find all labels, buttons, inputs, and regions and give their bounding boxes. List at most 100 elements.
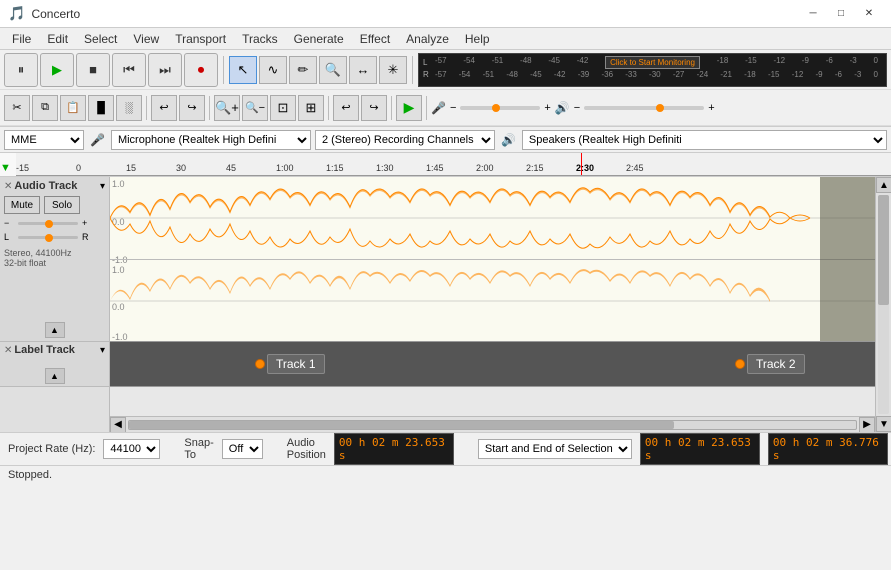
audio-waveform[interactable]: 1.0 0.0 -1.0 1.0 0.0 -1.0: [110, 177, 875, 342]
track-collapse-button[interactable]: ▲: [45, 322, 65, 338]
project-rate-select[interactable]: 44100: [103, 439, 160, 459]
stop-button[interactable]: ■: [76, 53, 110, 87]
label-track-collapse-button[interactable]: ▲: [45, 368, 65, 384]
audio-track-name: Audio Track: [14, 180, 100, 192]
mic-icon: 🎤: [431, 101, 446, 115]
output-volume-slider[interactable]: [584, 106, 704, 110]
track2-label[interactable]: Track 2: [747, 354, 805, 374]
timeline-arrow[interactable]: ▼: [0, 153, 16, 176]
channels-select[interactable]: 2 (Stereo) Recording Channels: [315, 130, 495, 150]
menu-view[interactable]: View: [125, 30, 167, 48]
label-track[interactable]: Track 1 Track 2: [110, 342, 875, 387]
menu-help[interactable]: Help: [457, 30, 498, 48]
paste-button[interactable]: 📋: [60, 95, 86, 121]
redo-button[interactable]: ↪: [179, 95, 205, 121]
record-button[interactable]: ⏺: [184, 53, 218, 87]
mic2-icon: 🎤: [90, 133, 105, 147]
undo2-button[interactable]: ↩: [333, 95, 359, 121]
menu-transport[interactable]: Transport: [167, 30, 234, 48]
input-device-select[interactable]: Microphone (Realtek High Defini: [111, 130, 311, 150]
track2-marker[interactable]: Track 2: [735, 354, 805, 374]
menu-tracks[interactable]: Tracks: [234, 30, 286, 48]
track-pan-slider[interactable]: [18, 236, 78, 239]
undo-button[interactable]: ↩: [151, 95, 177, 121]
driver-select[interactable]: MME: [4, 130, 84, 150]
play-at-end-button[interactable]: ▶: [396, 95, 422, 121]
scroll-track[interactable]: [128, 420, 857, 430]
vol-plus[interactable]: +: [542, 102, 552, 114]
zoom-sel-button[interactable]: ⊡: [270, 95, 296, 121]
speaker-icon: 🔊: [555, 101, 570, 115]
selection-type-select[interactable]: Start and End of Selection: [478, 439, 632, 459]
menu-generate[interactable]: Generate: [286, 30, 352, 48]
ruler-ticks[interactable]: -15 0 15 30 45 1:00 1:15 1:30 1:45 2:00 …: [16, 153, 891, 176]
vertical-scrollbar[interactable]: ▲ ▼: [875, 177, 891, 432]
tool-multi[interactable]: ✳: [379, 56, 407, 84]
label-track-header: ✕ Label Track ▾ ▲: [0, 342, 110, 387]
pause-button[interactable]: ⏸: [4, 53, 38, 87]
scroll-right-button[interactable]: ▶: [859, 417, 875, 433]
track2-pin[interactable]: [735, 359, 745, 369]
scroll-up-button[interactable]: ▲: [876, 177, 891, 193]
pan-r-label: R: [82, 232, 94, 242]
maximize-button[interactable]: □: [827, 4, 855, 24]
selection-start-display: 00 h 02 m 23.653 s: [640, 433, 760, 465]
play-button[interactable]: ▶: [40, 53, 74, 87]
cut-button[interactable]: ✂: [4, 95, 30, 121]
meter-panel: L -57-54-51-48-45-42 Click to Start Moni…: [418, 53, 887, 87]
label-track-expand[interactable]: ▾: [100, 345, 105, 356]
out-plus[interactable]: +: [706, 102, 716, 114]
speaker2-icon: 🔊: [501, 133, 516, 147]
status-bar: Stopped.: [0, 465, 891, 484]
menu-select[interactable]: Select: [76, 30, 125, 48]
app-icon: 🎵: [8, 5, 25, 22]
snap-to-select[interactable]: Off: [222, 439, 263, 459]
label-track-close[interactable]: ✕: [4, 345, 12, 356]
prev-button[interactable]: ⏮: [112, 53, 146, 87]
zoom-in-button[interactable]: 🔍+: [214, 95, 240, 121]
next-button[interactable]: ⏭: [148, 53, 182, 87]
menu-file[interactable]: File: [4, 30, 39, 48]
scroll-down-button[interactable]: ▼: [876, 416, 891, 432]
title-bar: 🎵 Concerto ─ □ ✕: [0, 0, 891, 28]
zoom-fit-button[interactable]: ⊞: [298, 95, 324, 121]
tool-pencil[interactable]: ✏: [289, 56, 317, 84]
input-volume-slider[interactable]: [460, 106, 540, 110]
audio-track-close[interactable]: ✕: [4, 181, 12, 192]
close-button[interactable]: ✕: [855, 4, 883, 24]
bottom-bar: Project Rate (Hz): 44100 Snap-To Off Aud…: [0, 432, 891, 484]
tool-zoom[interactable]: 🔍: [319, 56, 347, 84]
track1-label[interactable]: Track 1: [267, 354, 325, 374]
solo-button[interactable]: Solo: [44, 196, 80, 214]
track1-marker[interactable]: Track 1: [255, 354, 325, 374]
menu-edit[interactable]: Edit: [39, 30, 76, 48]
mute-button[interactable]: Mute: [4, 196, 40, 214]
silence-button[interactable]: ░: [116, 95, 142, 121]
tool-timeshift[interactable]: ↔: [349, 56, 377, 84]
vscroll-track[interactable]: [878, 195, 889, 414]
click-to-monitor-button[interactable]: Click to Start Monitoring: [605, 56, 700, 69]
menu-analyze[interactable]: Analyze: [398, 30, 457, 48]
scroll-left-button[interactable]: ◀: [110, 417, 126, 433]
out-minus[interactable]: −: [572, 102, 582, 114]
vscroll-thumb[interactable]: [878, 195, 889, 305]
audio-track-expand[interactable]: ▾: [100, 181, 105, 192]
menu-effect[interactable]: Effect: [352, 30, 398, 48]
tool-envelope[interactable]: ∿: [259, 56, 287, 84]
copy-button[interactable]: ⧉: [32, 95, 58, 121]
timeline-ruler: ▼ -15 0 15 30 45 1:00 1:15 1:30 1:45 2:0…: [0, 153, 891, 177]
redo2-button[interactable]: ↪: [361, 95, 387, 121]
track1-pin[interactable]: [255, 359, 265, 369]
minimize-button[interactable]: ─: [799, 4, 827, 24]
output-device-select[interactable]: Speakers (Realtek High Definiti: [522, 130, 887, 150]
scroll-thumb[interactable]: [129, 421, 674, 429]
audio-position-label: Audio Position: [287, 437, 326, 461]
vol-minus[interactable]: −: [448, 102, 458, 114]
trim-button[interactable]: ▐▌: [88, 95, 114, 121]
zoom-out-button[interactable]: 🔍−: [242, 95, 268, 121]
tool-select[interactable]: ↖: [229, 56, 257, 84]
snap-to-label: Snap-To: [184, 437, 213, 461]
horizontal-scrollbar[interactable]: ◀ ▶: [110, 416, 875, 432]
app-title: Concerto: [31, 7, 799, 21]
track-volume-slider[interactable]: [18, 222, 78, 225]
